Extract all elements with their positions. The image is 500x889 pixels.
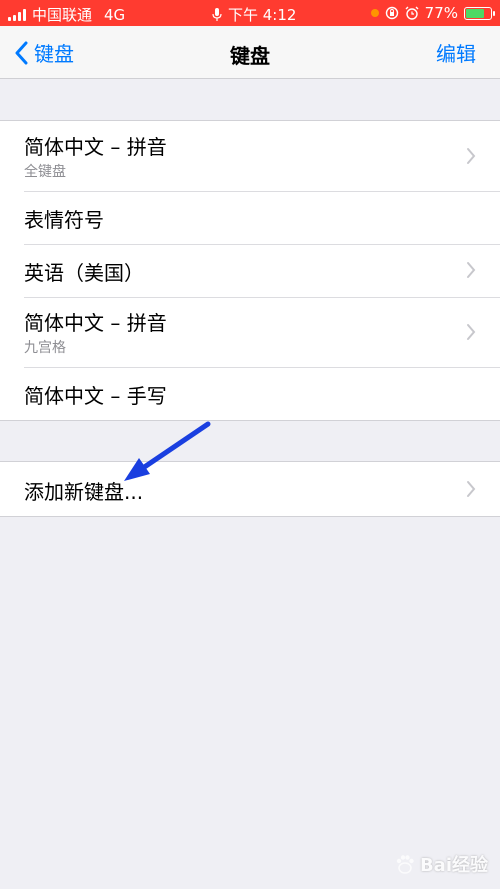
keyboard-title: 表情符号 <box>24 208 104 232</box>
add-keyboard-label: 添加新键盘... <box>24 480 144 504</box>
carrier-label: 中国联通 <box>32 6 93 24</box>
watermark-text: Bai经验 <box>419 855 488 876</box>
keyboard-row-emoji[interactable]: 表情符号 <box>0 191 500 244</box>
keyboard-row-pinyin-9key[interactable]: 简体中文 – 拼音 九宫格 <box>0 297 500 367</box>
alarm-icon <box>405 6 419 20</box>
signal-strength-icon <box>8 8 26 21</box>
rotation-lock-icon <box>385 6 398 20</box>
orange-indicator-icon <box>370 9 379 17</box>
keyboard-row-pinyin-full[interactable]: 简体中文 – 拼音 全键盘 <box>0 121 500 191</box>
status-right: 77% <box>370 4 495 22</box>
keyboard-title: 简体中文 – 拼音 <box>24 135 167 159</box>
chevron-right-icon <box>467 262 476 278</box>
page-title: 键盘 <box>230 44 270 68</box>
keyboard-title: 英语（美国） <box>24 261 144 285</box>
keyboards-list: 简体中文 – 拼音 全键盘 表情符号 英语（美国） 简体中文 – 拼音 九宫格 … <box>0 120 500 421</box>
chevron-right-icon <box>467 148 476 164</box>
keyboard-title: 简体中文 – 拼音 <box>24 311 167 335</box>
status-center: 下午 4:12 <box>212 4 296 25</box>
watermark: Bai经验 <box>394 851 488 877</box>
status-bar: 中国联通 4G 下午 4:12 77% <box>0 0 500 26</box>
keyboard-subtitle: 全键盘 <box>24 164 66 180</box>
keyboard-row-english-us[interactable]: 英语（美国） <box>0 244 500 297</box>
status-left: 中国联通 4G <box>8 4 125 25</box>
add-keyboard-button[interactable]: 添加新键盘... <box>0 462 500 516</box>
navigation-bar: 键盘 键盘 编辑 <box>0 26 500 79</box>
baidu-paw-icon <box>396 855 414 874</box>
keyboard-title: 简体中文 – 手写 <box>24 384 167 408</box>
keyboard-subtitle: 九宫格 <box>24 340 66 356</box>
add-keyboard-group: 添加新键盘... <box>0 461 500 517</box>
clock-label: 下午 4:12 <box>228 6 297 24</box>
battery-percent: 77% <box>424 4 458 22</box>
chevron-right-icon <box>467 324 476 340</box>
microphone-icon <box>212 7 222 21</box>
chevron-right-icon <box>467 481 476 497</box>
network-label: 4G <box>104 5 126 24</box>
keyboard-row-handwriting[interactable]: 简体中文 – 手写 <box>0 367 500 420</box>
battery-icon <box>464 6 495 20</box>
edit-button[interactable]: 编辑 <box>436 38 476 67</box>
